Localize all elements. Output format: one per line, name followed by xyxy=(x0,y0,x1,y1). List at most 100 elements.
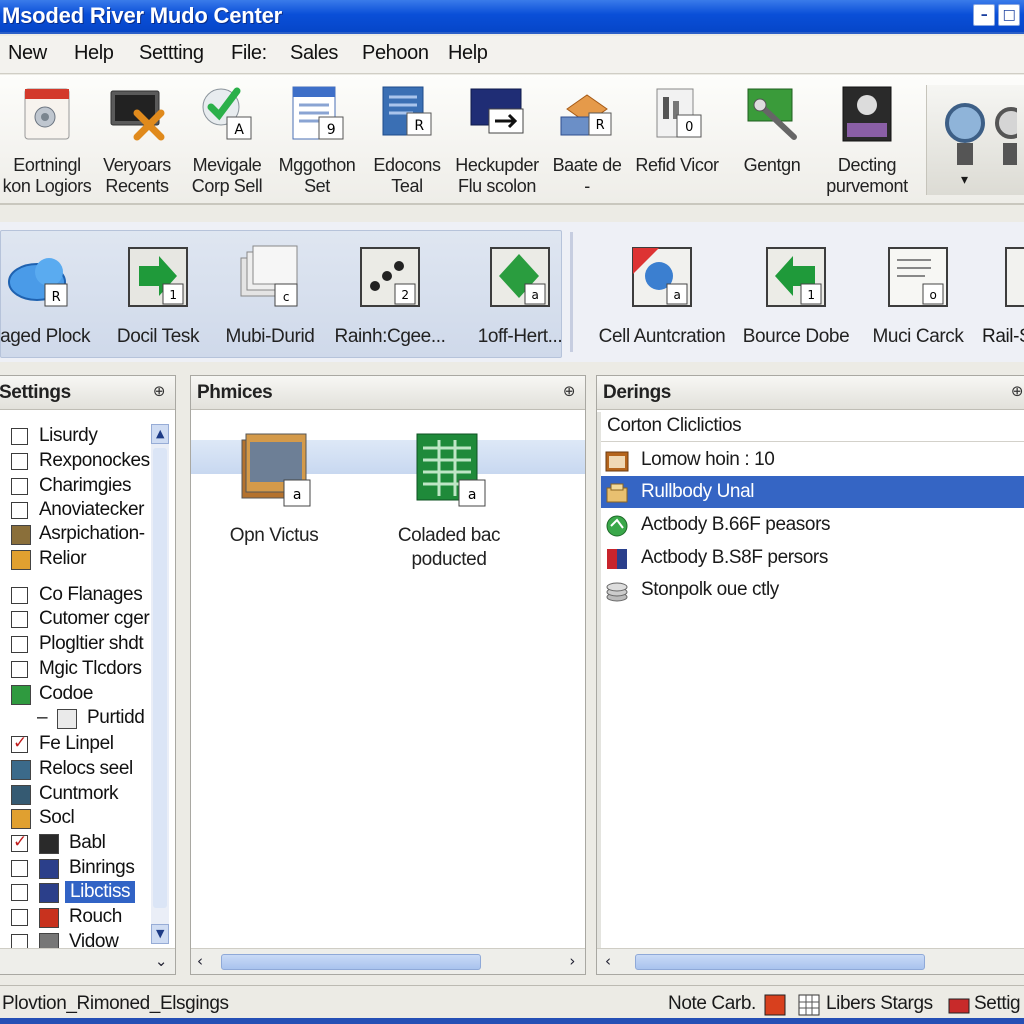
image-icon xyxy=(39,859,59,879)
derings-panel-title: Derings xyxy=(603,382,671,403)
list-column-header[interactable]: Corton Cliclictios xyxy=(601,412,1024,442)
settings-tree-item[interactable]: Cuntmork xyxy=(0,783,159,807)
settings-tree-item[interactable]: Lisurdy xyxy=(0,425,159,449)
menu-sales[interactable]: Sales xyxy=(290,42,338,65)
checkbox[interactable] xyxy=(11,832,28,852)
checkbox[interactable] xyxy=(11,453,28,470)
toolbar-button-edocons[interactable]: R Edocons Teal xyxy=(362,79,452,199)
checkbox[interactable] xyxy=(11,587,28,604)
menu-new[interactable]: New xyxy=(8,42,47,65)
checkbox[interactable] xyxy=(11,502,28,519)
menu-help-2[interactable]: Help xyxy=(448,42,488,65)
phmices-item-coladed-bac[interactable]: a Coladed bac poducted xyxy=(369,430,529,570)
toolbar-button-rainh[interactable]: 2 Rainh:Cgee... xyxy=(330,240,450,360)
toolbar-button-veryoars[interactable]: Veryoars Recents xyxy=(92,79,182,199)
calendar-icon xyxy=(605,451,629,472)
scroll-right-icon[interactable]: › xyxy=(569,952,575,970)
scroll-thumb[interactable] xyxy=(153,448,167,908)
checkbox[interactable] xyxy=(11,611,28,628)
toolbar-button-mggothon[interactable]: 9 Mggothon Set xyxy=(272,79,362,199)
list-row-lomow[interactable]: Lomow hoin : 10 xyxy=(601,444,1024,476)
scroll-thumb[interactable] xyxy=(221,954,481,970)
toolbar-button-refid[interactable]: 0 Refid Vicor xyxy=(632,79,722,199)
settings-tree-item[interactable]: Babl xyxy=(0,832,159,856)
toolbar-button-cell-auntcration[interactable]: a Cell Auntcration xyxy=(599,240,726,360)
status-libers[interactable]: Libers Stargs xyxy=(826,993,933,1015)
settings-tree-item[interactable]: Charimgies xyxy=(0,475,159,499)
film-icon xyxy=(39,834,59,854)
horizontal-scrollbar[interactable]: ⌄ xyxy=(0,948,175,974)
settings-tree-label: Cutomer cger xyxy=(39,608,150,629)
checkbox[interactable] xyxy=(11,733,28,753)
menu-settings[interactable]: Settting xyxy=(139,42,204,65)
settings-tree-label: Co Flanages xyxy=(39,584,143,605)
settings-tree-item[interactable]: Codoe xyxy=(0,683,159,707)
toolbar-button-rail-s[interactable]: Rail-S xyxy=(958,240,1024,360)
toolbar-button-gentgn[interactable]: Gentgn xyxy=(727,79,817,199)
horizontal-scrollbar[interactable]: ‹ › xyxy=(191,948,585,974)
settings-tree-item[interactable]: Asrpichation- xyxy=(0,523,159,547)
settings-tree-item[interactable]: Rexponockes xyxy=(0,450,159,474)
toolbar-button-heckupder[interactable]: Heckupder Flu scolon xyxy=(452,79,542,199)
settings-tree-item[interactable]: Relior xyxy=(0,548,159,572)
scroll-thumb[interactable] xyxy=(635,954,925,970)
list-row-actbody-s8f[interactable]: Actbody B.S8F persors xyxy=(601,542,1024,574)
scroll-up-icon[interactable]: ▲ xyxy=(151,424,169,444)
stack-icon xyxy=(606,582,628,602)
settings-tree-item[interactable]: Cutomer cger xyxy=(0,608,159,632)
pin-icon[interactable]: ⊕ xyxy=(563,382,576,400)
menu-pehoon[interactable]: Pehoon xyxy=(362,42,429,65)
maximize-button[interactable]: □ xyxy=(998,4,1020,26)
phmices-item-opn-victus[interactable]: a Opn Victus xyxy=(194,430,354,570)
checkbox[interactable] xyxy=(11,884,28,901)
toolbar-button-eortningl[interactable]: Eortningl kon Logiors xyxy=(2,79,92,199)
scroll-left-icon[interactable]: ‹ xyxy=(605,952,611,970)
folder-icon xyxy=(11,550,31,570)
scroll-down-arrow-icon[interactable]: ⌄ xyxy=(155,952,168,970)
pin-icon[interactable]: ⊕ xyxy=(153,382,166,400)
main-toolbar: Eortningl kon Logiors Veryoars Recents A… xyxy=(0,75,1024,205)
settings-tree-item[interactable]: Fe Linpel xyxy=(0,733,159,757)
table-icon xyxy=(11,785,31,805)
settings-tree-label: Relior xyxy=(39,548,87,569)
list-row-actbody-66f[interactable]: Actbody B.66F peasors xyxy=(601,509,1024,541)
svg-text:a: a xyxy=(293,487,301,503)
settings-tree-item[interactable]: Rouch xyxy=(0,906,159,930)
checkbox[interactable] xyxy=(11,478,28,495)
settings-tree-item[interactable]: – Purtidd xyxy=(0,707,159,731)
toolbar-button-1off-hert[interactable]: a 1off-Hert... xyxy=(460,240,580,360)
toolbar-button-baate[interactable]: R Baate de - xyxy=(542,79,632,199)
green-globe-icon xyxy=(606,515,628,537)
settings-tree-item[interactable]: Co Flanages xyxy=(0,584,159,608)
horizontal-scrollbar[interactable]: ‹ xyxy=(597,948,1024,974)
toolbar-button-decting[interactable]: Decting purvemont xyxy=(822,79,912,199)
settings-tree-item[interactable]: Binrings xyxy=(0,857,159,881)
menu-file[interactable]: File: xyxy=(231,42,267,65)
vertical-scrollbar[interactable]: ▲ ▼ xyxy=(151,424,169,944)
toolbar-button-mevigale[interactable]: A Mevigale Corp Sell xyxy=(182,79,272,199)
toolbar-overflow[interactable]: ▾ xyxy=(926,85,1024,195)
settings-tree-label: Purtidd xyxy=(87,707,145,728)
scroll-left-icon[interactable]: ‹ xyxy=(197,952,203,970)
settings-tree-item[interactable]: Mgic Tlcdors xyxy=(0,658,159,682)
checkbox[interactable] xyxy=(11,661,28,678)
checkbox[interactable] xyxy=(11,860,28,877)
settings-tree-item[interactable]: Plogltier shdt xyxy=(0,633,159,657)
scroll-down-icon[interactable]: ▼ xyxy=(151,924,169,944)
minimize-button[interactable]: – xyxy=(973,4,995,26)
settings-tree-item[interactable]: Libctiss xyxy=(0,881,159,905)
pin-icon[interactable]: ⊕ xyxy=(1011,382,1024,400)
list-row-stonpolk[interactable]: Stonpolk oue ctly xyxy=(601,574,1024,606)
status-note[interactable]: Note Carb. xyxy=(668,993,756,1015)
checkbox[interactable] xyxy=(11,428,28,445)
checkbox[interactable] xyxy=(11,909,28,926)
menu-help[interactable]: Help xyxy=(74,42,114,65)
toolbar-label: Refid Vicor xyxy=(635,155,719,175)
settings-tree-item[interactable]: Socl xyxy=(0,807,159,831)
settings-tree-item[interactable]: Anoviatecker xyxy=(0,499,159,523)
status-setting[interactable]: Settig xyxy=(974,993,1021,1015)
settings-tree-item[interactable]: Relocs seel xyxy=(0,758,159,782)
checkbox[interactable] xyxy=(11,636,28,653)
note-icon xyxy=(764,994,786,1016)
list-row-rullbody[interactable]: Rullbody Unal xyxy=(601,476,1024,508)
